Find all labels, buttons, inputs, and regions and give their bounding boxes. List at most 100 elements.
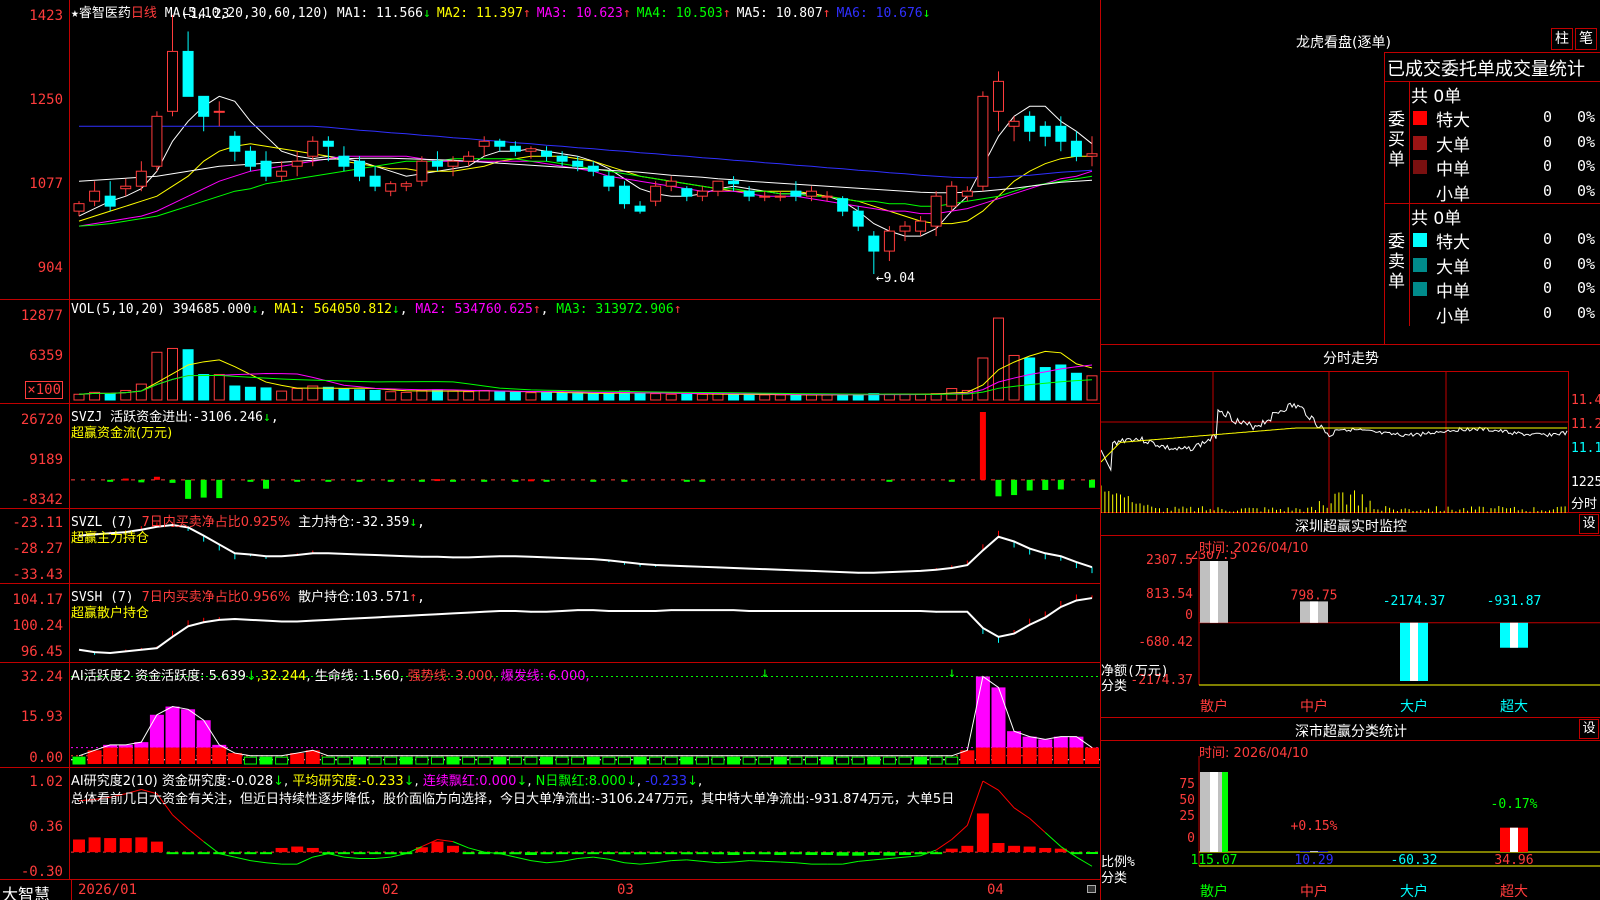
intraday-chart[interactable] [1101,372,1568,513]
flow-bar [169,479,176,483]
ai-research-panel[interactable]: 1.02 0.36 -0.30 AI研究度2(10) 资金研究度:-0.028↓… [0,768,1100,880]
research-line [375,856,391,860]
category-label: 大户 [1400,883,1428,900]
activity-bar [991,747,1006,764]
volume-value: 394685.000 [172,302,252,317]
kline-panel[interactable]: 1423 1250 1077 904 ★睿智医药日线 MA(5,10,20,30… [0,0,1100,300]
activity-bar [430,756,444,765]
candle [899,225,911,232]
research-line [172,814,189,830]
order-size-row: 小单 0 0% [1410,302,1600,327]
candle [915,220,927,232]
candle [868,235,880,252]
research-bar [992,843,1005,853]
ai-active-panel[interactable]: 32.24 15.93 0.00 AI活跃度2 资金活跃度: 5.639↓,32… [0,663,1100,768]
kline-chart[interactable]: ←14.23←9.04 [71,0,1100,299]
candle [354,160,366,177]
research-line [889,856,906,860]
svsh-panel[interactable]: 104.17 100.24 96.45 SVSH (7) 7日内买卖净占比0.9… [0,584,1100,663]
sz-monitor-panel[interactable]: 深圳超赢实时监控 设 时间: 2026/04/10 2307.5 813.54 0-… [1101,513,1600,718]
svzl-tick: -33.43 [12,567,63,583]
activity-bar [196,747,211,764]
svzl-panel[interactable]: -23.11 -28.27 -33.43 SVZL (7) 7日内买卖净占比0.… [0,509,1100,584]
candle [509,145,521,152]
stock-name[interactable]: 睿智医药 [79,6,131,21]
vol-ma1: MA1: 564050.812 [274,302,392,317]
settings-button[interactable]: 设 [1579,514,1599,534]
volume-bar [151,351,163,401]
ma-value-list: MA1: 11.566↓ MA2: 11.397↑ MA3: 10.623↑ MA4:… [337,6,937,21]
volume-axis: 12877 6359 ×100 [0,300,70,403]
sell-orders-section: 委卖单 共 0单 特大 0 0% 大单 0 0% 中单 0 0% 小单 0 0% [1385,204,1600,327]
flow-bar [200,479,207,498]
settings-button[interactable]: 设 [1579,719,1599,739]
price-axis: 1423 1250 1077 904 [0,0,70,299]
research-bar [602,852,615,855]
activity-bar [680,756,694,765]
sz-stats-divider [1101,740,1600,741]
intraday-plot[interactable] [1101,371,1569,513]
pct-label: -0.17% [1491,797,1538,812]
activity-bar [1069,736,1084,748]
volume-bar [229,385,241,401]
order-size-pct: 0% [1577,181,1596,200]
intraday-panel[interactable]: 分时走势 11.44 11.28 11.12 12256 分时 [1101,345,1600,513]
activity-bar [384,756,398,765]
lock-icon[interactable] [1087,885,1096,893]
ai-active-tick: 0.00 [29,750,63,766]
candle [369,175,381,187]
volume-bar [743,394,755,401]
ai-research-tick: 1.02 [29,774,63,790]
research-bar [758,852,771,855]
research-bar [337,852,350,855]
favorite-star-icon[interactable]: ★ [71,6,79,21]
volume-panel[interactable]: 12877 6359 ×100 VOL(5,10,20) 394685.000↓… [0,300,1100,404]
tab-tick-view[interactable]: 笔 [1575,28,1597,50]
activity-bar [462,756,476,765]
order-size-row: 大单 0 0% [1410,253,1600,278]
activity-bar [975,747,990,764]
dragon-tiger-panel[interactable]: 龙虎看盘(逐单) 柱 笔 已成交委托单成交量统计 委买单 共 0单 特大 0 0% 大… [1101,0,1600,345]
buy-orders-rows: 特大 0 0% 大单 0 0% 中单 0 0% 小单 0 0% [1409,106,1600,205]
bar-value-label: 2307.5 [1191,551,1238,563]
candle [260,160,272,177]
research-line [842,860,859,865]
volume-bar [104,393,116,401]
volume-bar [915,393,927,401]
ai-active-title: AI活跃度2 [71,669,131,684]
sz-stats-chart[interactable]: 755025 0 比例%分类 115.07 散户 +0.15% 10.29 中户 -60.32 大… [1101,756,1600,900]
flow-bar [948,479,955,482]
sz-stats-panel[interactable]: 深市超赢分类统计 设 时间: 2026/04/10 75 50 25 0 比例% 分类 11… [1101,718,1600,900]
order-size-name: 小单 [1436,306,1470,327]
candle [774,195,786,198]
research-bar [260,852,273,855]
signal-arrow-icon: ↓ [761,665,769,681]
order-size-pct: 0% [1577,108,1596,126]
order-size-pct: 0% [1577,279,1596,297]
kline-header: ★睿智医药日线 MA(5,10,20,30,60,120) MA1: 11.56… [71,2,936,21]
research-bar [789,852,802,855]
kline-plot[interactable]: ←14.23 ←9.04 [71,0,1100,299]
research-line [562,858,578,862]
tab-bar-view[interactable]: 柱 [1551,28,1573,50]
activity-bar [1022,747,1037,764]
flow-bar [1089,479,1095,488]
activity-bar [165,747,180,764]
ma-item: MA6: 10.676↓ [836,6,931,21]
research-line [234,856,251,862]
sz-monitor-chart[interactable]: 2307.5 813.54 0 -680.42 -2174.37 净额(万元)分类 2307… [1101,551,1600,718]
activity-bar [898,756,912,765]
bar-value-label: -2174.37 [1383,594,1446,609]
volume-bar [198,374,210,401]
period-label[interactable]: 日线 [131,6,157,21]
ratio-bar-highlight [1210,772,1218,852]
activity-line [78,675,1093,757]
research-line [546,860,563,864]
svzj-panel[interactable]: 26720 9189 -8342 SVZJ 活跃资金进出:-3106.246↓,… [0,404,1100,509]
category-label: 中户 [1300,883,1328,900]
activity-bar [368,756,382,765]
research-line [468,847,485,853]
candle [541,150,553,157]
ai-active-tick: 32.24 [20,669,63,685]
svsh-value: 103.571 [354,590,410,605]
